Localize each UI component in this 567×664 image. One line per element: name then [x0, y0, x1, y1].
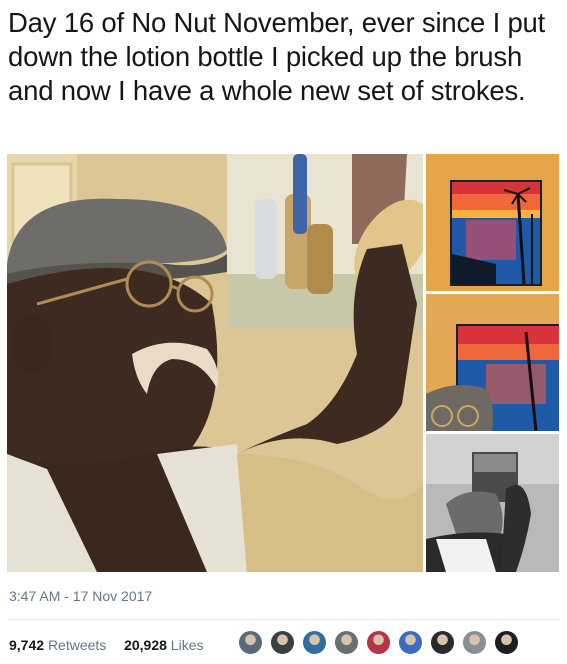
- tweet-stats: 9,742 Retweets 20,928 Likes: [9, 637, 203, 653]
- tweet-media-grid: [7, 154, 559, 572]
- photo-painting-closeup[interactable]: [426, 294, 559, 431]
- photo-sunset-palm-painting[interactable]: [426, 154, 559, 291]
- liker-avatar[interactable]: [494, 630, 519, 655]
- liker-avatar[interactable]: [366, 630, 391, 655]
- photo-painting-image: [426, 154, 559, 291]
- photo-holding-painting-bw[interactable]: [426, 434, 559, 572]
- liker-avatar[interactable]: [334, 630, 359, 655]
- liker-avatar[interactable]: [398, 630, 423, 655]
- divider: [8, 619, 559, 620]
- likes-label[interactable]: Likes: [171, 637, 204, 653]
- tweet-timestamp[interactable]: 3:47 AM - 17 Nov 2017: [9, 588, 152, 604]
- liker-avatar[interactable]: [302, 630, 327, 655]
- tweet-text: Day 16 of No Nut November, ever since I …: [8, 7, 546, 106]
- retweets-label[interactable]: Retweets: [48, 637, 106, 653]
- retweets-count[interactable]: 9,742: [9, 637, 44, 653]
- liker-avatar[interactable]: [462, 630, 487, 655]
- liker-avatars: [238, 630, 526, 656]
- liker-avatar[interactable]: [270, 630, 295, 655]
- liker-avatar[interactable]: [238, 630, 263, 655]
- photo-selfie-image: [7, 154, 423, 572]
- photo-bw-image: [426, 434, 559, 572]
- likes-count[interactable]: 20,928: [124, 637, 167, 653]
- liker-avatar[interactable]: [430, 630, 455, 655]
- photo-selfie-with-painting[interactable]: [7, 154, 423, 572]
- photo-painting-closeup-image: [426, 294, 559, 431]
